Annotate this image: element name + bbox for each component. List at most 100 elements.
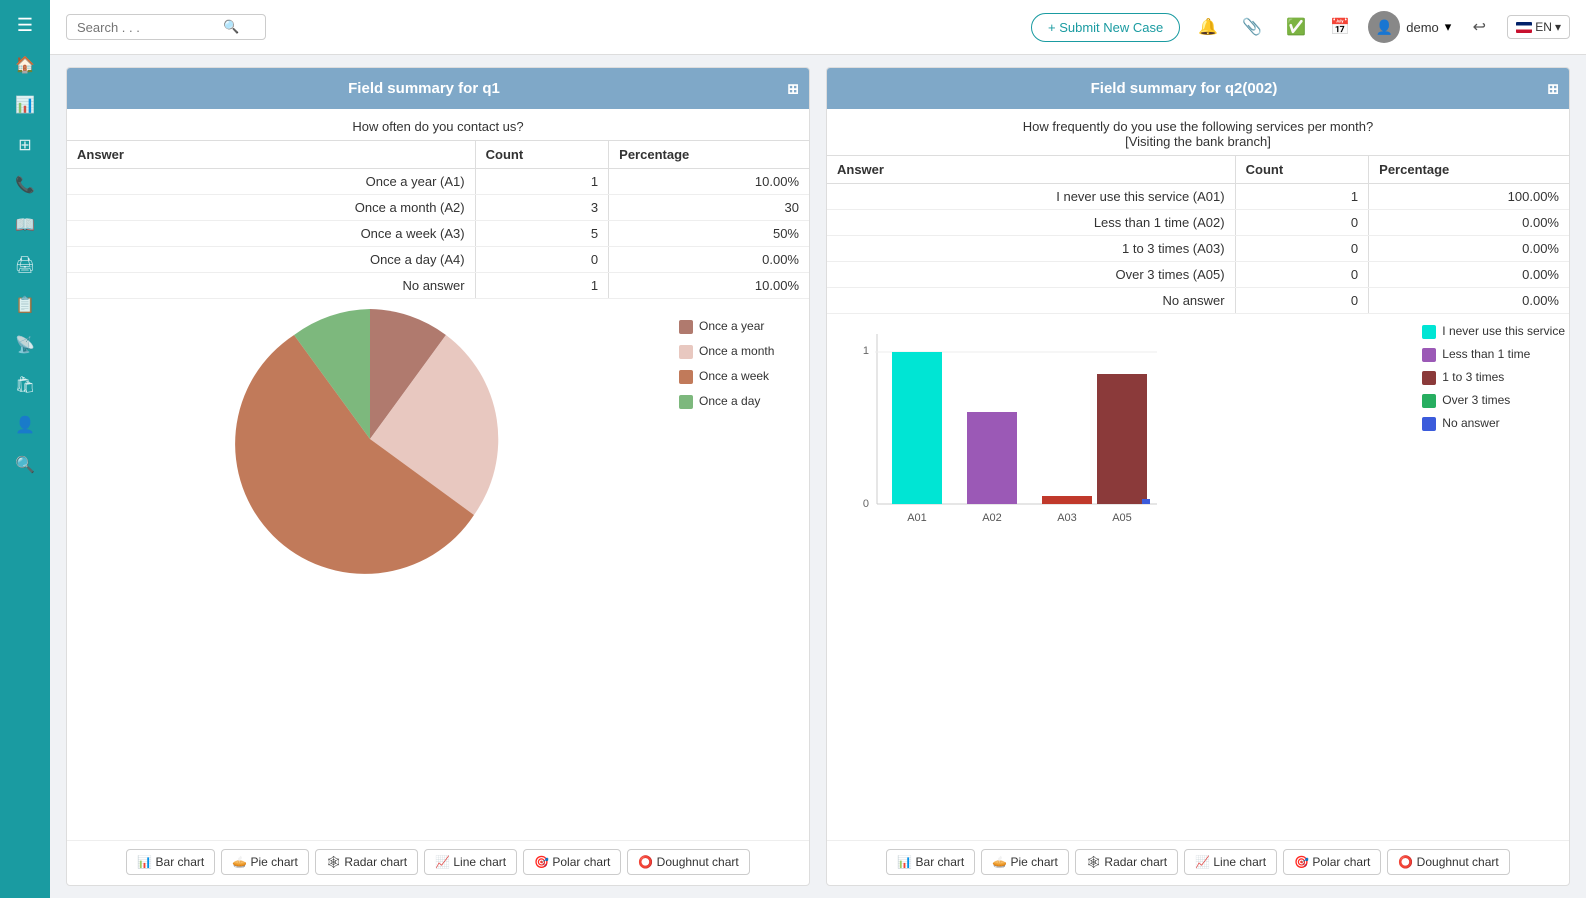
legend-swatch (1422, 348, 1436, 362)
logout-icon[interactable]: ↩ (1463, 11, 1495, 43)
user-icon[interactable]: 👤 (8, 408, 42, 442)
pct-cell: 50% (609, 221, 809, 247)
pct-cell: 0.00% (1369, 210, 1569, 236)
username-label: demo (1406, 20, 1439, 35)
card1-chart-buttons: 📊 Bar chart🥧 Pie chart🕸 Radar chart📈 Lin… (67, 840, 809, 885)
phone-icon[interactable]: 📞 (8, 168, 42, 202)
chart-icon[interactable]: 📊 (8, 88, 42, 122)
chart-type-button-line-chart[interactable]: 📈 Line chart (424, 849, 517, 875)
pct-cell: 0.00% (1369, 262, 1569, 288)
chart-type-button-polar-chart[interactable]: 🎯 Polar chart (523, 849, 621, 875)
home-icon[interactable]: 🏠 (8, 48, 42, 82)
answer-cell: Once a day (A4) (67, 247, 475, 273)
answer-cell: I never use this service (A01) (827, 184, 1235, 210)
legend-label: 1 to 3 times (1442, 370, 1504, 384)
table-row: Once a day (A4) 0 0.00% (67, 247, 809, 273)
legend-item: 1 to 3 times (1422, 370, 1565, 385)
card2-bar-chart-container: 1 0 A01 (827, 314, 1569, 840)
card2-col-answer: Answer (827, 156, 1235, 184)
answer-cell: No answer (827, 288, 1235, 314)
svg-text:A02: A02 (982, 512, 1002, 524)
chart-type-button-radar-chart[interactable]: 🕸 Radar chart (1075, 849, 1178, 875)
pct-cell: 10.00% (609, 273, 809, 299)
legend-swatch (1422, 417, 1436, 431)
chart-type-button-radar-chart[interactable]: 🕸 Radar chart (315, 849, 418, 875)
feed-icon[interactable]: 📡 (8, 328, 42, 362)
grid-icon[interactable]: ⊞ (8, 128, 42, 162)
legend-item: Once a day (679, 394, 799, 409)
bar-A03 (1042, 496, 1092, 504)
pct-cell: 0.00% (609, 247, 809, 273)
chart-type-button-doughnut-chart[interactable]: ⭕ Doughnut chart (627, 849, 749, 875)
card2-subtitle-line1: How frequently do you use the following … (839, 119, 1557, 134)
count-cell: 1 (475, 273, 609, 299)
chart-type-button-polar-chart[interactable]: 🎯 Polar chart (1283, 849, 1381, 875)
card1-export-icon[interactable]: ⊞ (787, 80, 799, 97)
print-icon[interactable]: 🖨 (8, 248, 42, 282)
legend-item: Once a year (679, 319, 799, 334)
card1-col-answer: Answer (67, 141, 475, 169)
card2-header: Field summary for q2(002) ⊞ (827, 68, 1569, 109)
legend-item: Over 3 times (1422, 393, 1565, 408)
hamburger-menu-icon[interactable]: ☰ (8, 8, 42, 42)
card2-col-count: Count (1235, 156, 1369, 184)
answer-cell: Over 3 times (A05) (827, 262, 1235, 288)
table-row: Once a month (A2) 3 30 (67, 195, 809, 221)
chart-type-button-bar-chart[interactable]: 📊 Bar chart (126, 849, 215, 875)
count-cell: 0 (1235, 288, 1369, 314)
table-row: Once a week (A3) 5 50% (67, 221, 809, 247)
legend-swatch (679, 370, 693, 384)
svg-text:1: 1 (863, 345, 869, 357)
search-input[interactable] (77, 20, 217, 35)
card2-export-icon[interactable]: ⊞ (1547, 80, 1559, 97)
legend-swatch (679, 320, 693, 334)
paperclip-icon[interactable]: 📎 (1236, 11, 1268, 43)
bar-A01 (892, 352, 942, 504)
pct-cell: 0.00% (1369, 288, 1569, 314)
legend-item: I never use this service (1422, 324, 1565, 339)
table-row: No answer 0 0.00% (827, 288, 1569, 314)
table-row: Less than 1 time (A02) 0 0.00% (827, 210, 1569, 236)
card2-bar-chart: 1 0 A01 (837, 324, 1177, 544)
table-row: I never use this service (A01) 1 100.00% (827, 184, 1569, 210)
svg-text:0: 0 (863, 498, 869, 510)
chart-type-button-pie-chart[interactable]: 🥧 Pie chart (221, 849, 309, 875)
answer-cell: Once a year (A1) (67, 169, 475, 195)
svg-text:A01: A01 (907, 512, 927, 524)
notifications-icon[interactable]: 🔔 (1192, 11, 1224, 43)
submit-new-case-button[interactable]: + Submit New Case (1031, 13, 1180, 42)
list-icon[interactable]: 📋 (8, 288, 42, 322)
svg-text:A03: A03 (1057, 512, 1077, 524)
card2-chart-buttons: 📊 Bar chart🥧 Pie chart🕸 Radar chart📈 Lin… (827, 840, 1569, 885)
calendar-icon[interactable]: 📅 (1324, 11, 1356, 43)
chart-type-button-pie-chart[interactable]: 🥧 Pie chart (981, 849, 1069, 875)
card1-table: Answer Count Percentage Once a year (A1)… (67, 141, 809, 299)
count-cell: 3 (475, 195, 609, 221)
chart-type-button-line-chart[interactable]: 📈 Line chart (1184, 849, 1277, 875)
card2-subtitle: How frequently do you use the following … (827, 109, 1569, 156)
language-selector[interactable]: EN ▾ (1507, 15, 1570, 39)
card2-bar-chart-area: 1 0 A01 (827, 314, 1418, 557)
search-icon: 🔍 (223, 19, 239, 35)
answer-cell: Once a month (A2) (67, 195, 475, 221)
chart-type-button-bar-chart[interactable]: 📊 Bar chart (886, 849, 975, 875)
card1-header: Field summary for q1 ⊞ (67, 68, 809, 109)
check-circle-icon[interactable]: ✅ (1280, 11, 1312, 43)
user-dropdown-icon: ▾ (1445, 19, 1452, 35)
legend-swatch (1422, 325, 1436, 339)
bar-A05 (1097, 374, 1147, 504)
chart-type-button-doughnut-chart[interactable]: ⭕ Doughnut chart (1387, 849, 1509, 875)
shop-icon[interactable]: 🛍 (8, 368, 42, 402)
card1-col-count: Count (475, 141, 609, 169)
count-cell: 1 (1235, 184, 1369, 210)
table-row: Once a year (A1) 1 10.00% (67, 169, 809, 195)
user-area[interactable]: 👤 demo ▾ (1368, 11, 1451, 43)
book-icon[interactable]: 📖 (8, 208, 42, 242)
pct-cell: 100.00% (1369, 184, 1569, 210)
card1-subtitle: How often do you contact us? (67, 109, 809, 141)
topnav: 🔍 + Submit New Case 🔔 📎 ✅ 📅 👤 demo ▾ ↩ E… (50, 0, 1586, 55)
legend-item: Less than 1 time (1422, 347, 1565, 362)
search-sidebar-icon[interactable]: 🔍 (8, 448, 42, 482)
table-row: 1 to 3 times (A03) 0 0.00% (827, 236, 1569, 262)
search-box[interactable]: 🔍 (66, 14, 266, 40)
